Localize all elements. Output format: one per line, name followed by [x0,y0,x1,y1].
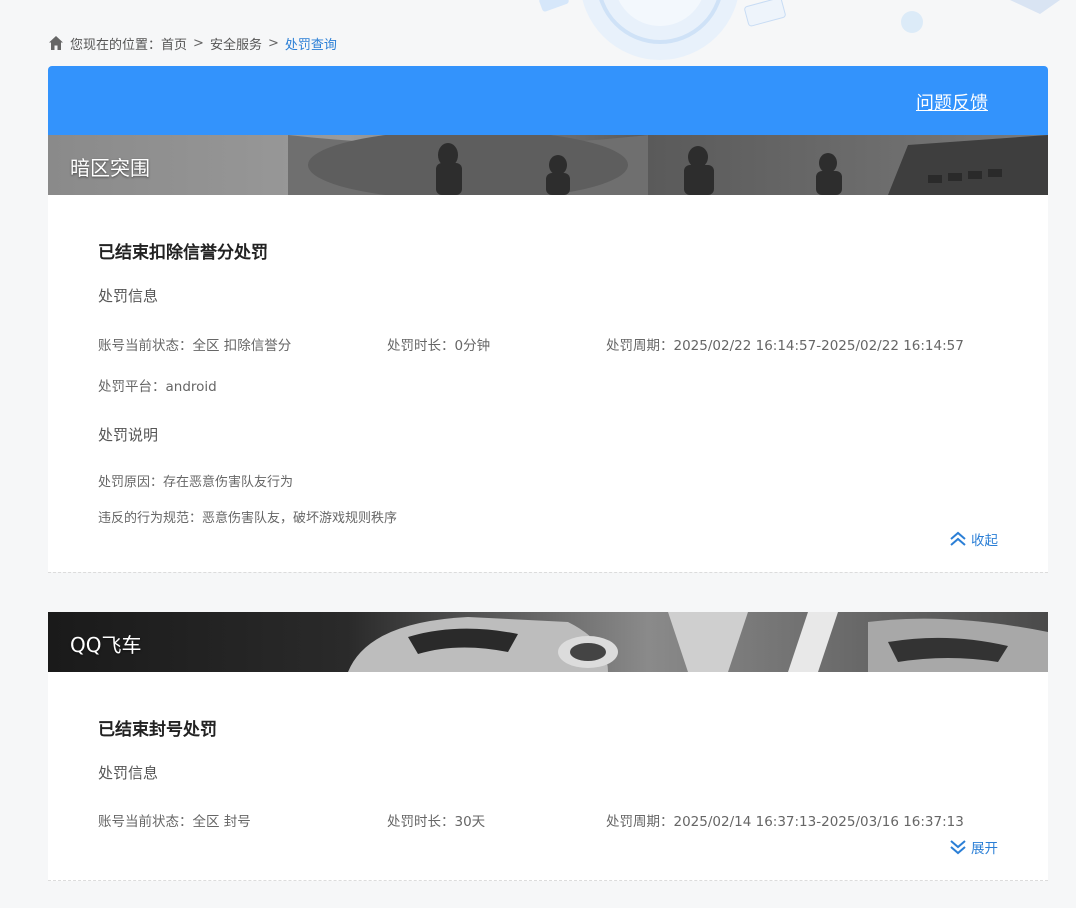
divider [48,880,1048,881]
breadcrumb-item-home[interactable]: 首页 [161,34,187,53]
account-status: 账号当前状态：全区 扣除信誉分 [98,338,292,354]
penalty-card: 已结束扣除信誉分处罚 处罚信息 账号当前状态：全区 扣除信誉分 处罚时长：0分钟… [48,195,1048,573]
breadcrumb-prefix: 您现在的位置： [70,37,162,53]
penalty-platform: 处罚平台：android [98,379,217,395]
breadcrumb-item-security[interactable]: 安全服务 [210,34,262,53]
banner-image [48,612,1048,672]
game-title: QQ飞车 [70,633,142,657]
breadcrumb: 您现在的位置： 首页 > 安全服务 > 处罚查询 [48,34,337,53]
collapse-label: 收起 [971,533,998,549]
breadcrumb-separator: > [267,35,279,51]
expand-button[interactable]: 展开 [949,837,998,857]
expand-label: 展开 [971,841,998,857]
panel-header: 问题反馈 [48,66,1048,135]
banner-image [48,135,1048,195]
game-banner: QQ飞车 [48,612,1048,672]
chevron-double-up-icon [950,531,966,546]
penalty-period: 处罚周期：2025/02/14 16:37:13-2025/03/16 16:3… [606,814,964,830]
feedback-link[interactable]: 问题反馈 [916,89,988,115]
penalty-title: 已结束封号处罚 [98,720,217,740]
chevron-double-down-icon [950,840,966,855]
breadcrumb-current: 处罚查询 [284,37,337,53]
main-panel: 问题反馈 暗区突围 已结束扣除信誉分处罚 处罚信息 账号当前状态：全区 扣除信誉… [48,66,1048,881]
penalty-card: 已结束封号处罚 处罚信息 账号当前状态：全区 封号 处罚时长：30天 处罚周期：… [48,672,1048,881]
game-title: 暗区突围 [70,156,150,180]
home-icon [49,36,63,50]
violated-rule: 违反的行为规范：恶意伤害队友，破坏游戏规则秩序 [98,511,398,526]
penalty-duration: 处罚时长：0分钟 [387,338,491,354]
desc-heading: 处罚说明 [98,426,159,444]
collapse-button[interactable]: 收起 [949,529,998,549]
penalty-period: 处罚周期：2025/02/22 16:14:57-2025/02/22 16:1… [606,338,964,354]
penalty-reason: 处罚原因：存在恶意伤害队友行为 [98,475,294,490]
penalty-title: 已结束扣除信誉分处罚 [98,243,268,263]
info-heading: 处罚信息 [98,287,159,305]
card-gap [48,572,1048,612]
info-heading: 处罚信息 [98,764,159,782]
divider [48,572,1048,573]
breadcrumb-separator: > [193,35,204,51]
game-banner: 暗区突围 [48,135,1048,195]
account-status: 账号当前状态：全区 封号 [98,814,251,830]
penalty-duration: 处罚时长：30天 [387,814,486,830]
